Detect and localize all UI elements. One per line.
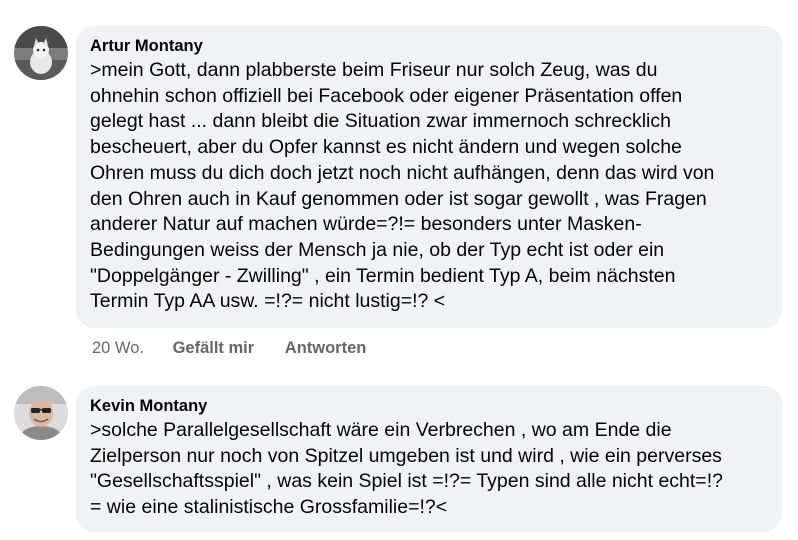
avatar[interactable] (14, 26, 68, 80)
profile-photo-man-icon (14, 386, 68, 440)
comment-text: >mein Gott, dann plabberste beim Friseur… (90, 59, 715, 313)
comment-actions: 20 Wo. Gefällt mir Antworten (92, 338, 366, 358)
comment-text: >solche Parallelgesellschaft wäre ein Ve… (90, 419, 723, 519)
comment-bubble: Artur Montany >mein Gott, dann plabberst… (76, 26, 782, 328)
comment-bubble: Kevin Montany >solche Parallelgesellscha… (76, 386, 782, 532)
profile-photo-cat-icon (14, 26, 68, 80)
comment-author[interactable]: Kevin Montany (90, 396, 768, 416)
comment-author[interactable]: Artur Montany (90, 36, 768, 56)
comment-timestamp[interactable]: 20 Wo. (92, 338, 144, 358)
reply-button[interactable]: Antworten (285, 338, 367, 358)
like-button[interactable]: Gefällt mir (173, 338, 255, 358)
avatar[interactable] (14, 386, 68, 440)
